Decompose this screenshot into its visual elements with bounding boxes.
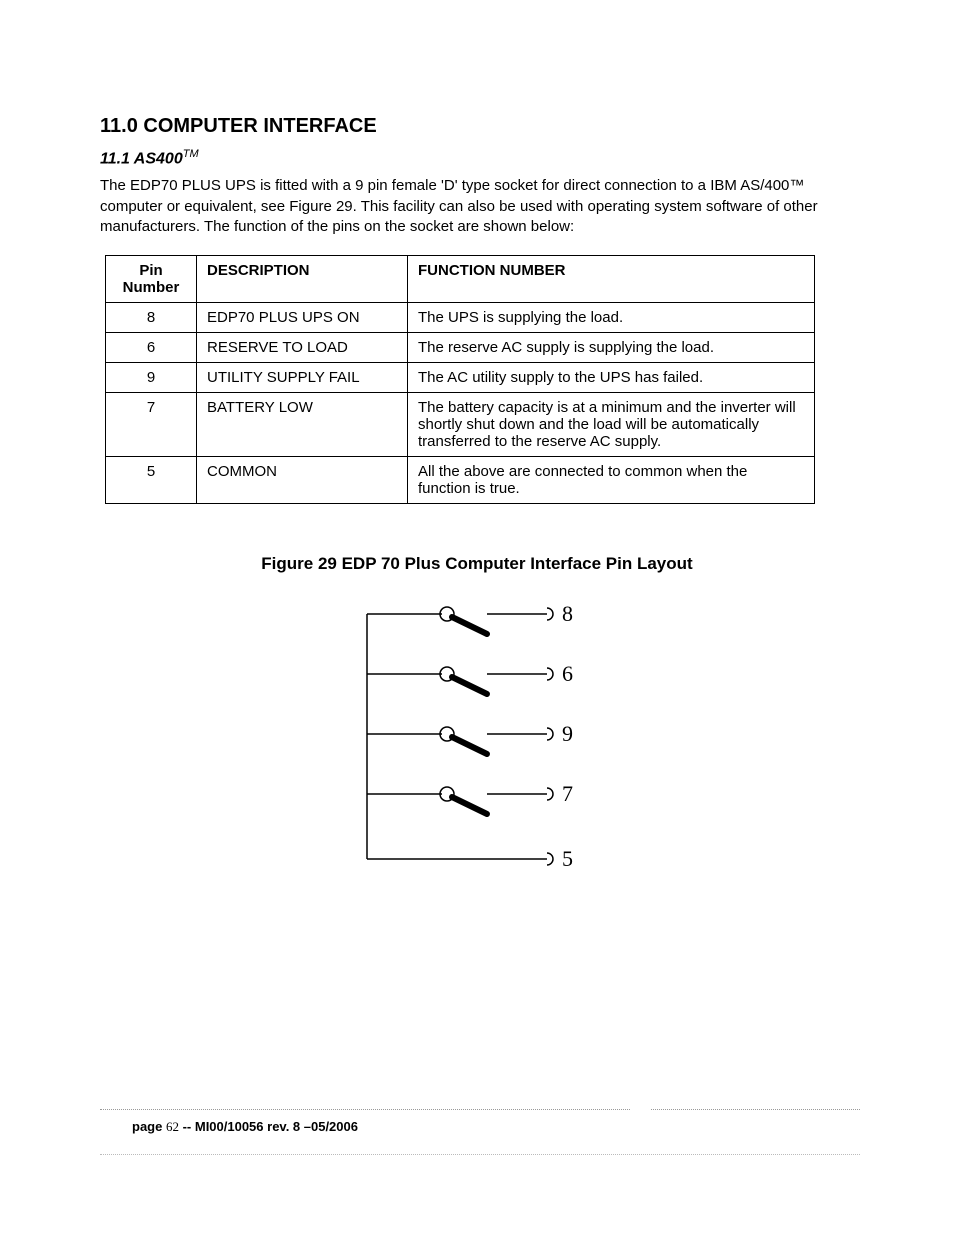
cell-pin: 8 [106,303,197,333]
cell-description: BATTERY LOW [197,393,408,457]
cell-function: All the above are connected to common wh… [408,457,815,504]
cell-description: RESERVE TO LOAD [197,333,408,363]
footer-page-label: page [132,1119,162,1134]
footer-sep: -- [179,1119,195,1134]
pin-table: Pin Number DESCRIPTION FUNCTION NUMBER 8… [105,255,815,504]
figure-caption: Figure 29 EDP 70 Plus Computer Interface… [100,554,854,574]
cell-function: The battery capacity is at a minimum and… [408,393,815,457]
trademark-symbol: TM [183,148,199,160]
cell-description: EDP70 PLUS UPS ON [197,303,408,333]
table-row: 9 UTILITY SUPPLY FAIL The AC utility sup… [106,363,815,393]
cell-function: The reserve AC supply is supplying the l… [408,333,815,363]
footer-rule-bottom [100,1154,860,1155]
cell-description: UTILITY SUPPLY FAIL [197,363,408,393]
pin-label: 8 [562,601,573,626]
cell-function: The UPS is supplying the load. [408,303,815,333]
pin-label: 7 [562,781,573,806]
table-row: 5 COMMON All the above are connected to … [106,457,815,504]
table-row: 8 EDP70 PLUS UPS ON The UPS is supplying… [106,303,815,333]
subsection-heading: 11.1 AS400TM [100,148,854,168]
table-header-row: Pin Number DESCRIPTION FUNCTION NUMBER [106,256,815,303]
table-row: 7 BATTERY LOW The battery capacity is at… [106,393,815,457]
table-header-description: DESCRIPTION [197,256,408,303]
table-header-function: FUNCTION NUMBER [408,256,815,303]
cell-pin: 5 [106,457,197,504]
cell-description: COMMON [197,457,408,504]
footer-rev: MI00/10056 rev. 8 –05/2006 [195,1119,358,1134]
section-heading: 11.0 COMPUTER INTERFACE [100,115,854,138]
table-row: 6 RESERVE TO LOAD The reserve AC supply … [106,333,815,363]
pin-label: 9 [562,721,573,746]
document-page: 11.0 COMPUTER INTERFACE 11.1 AS400TM The… [0,0,954,1235]
cell-pin: 7 [106,393,197,457]
cell-function: The AC utility supply to the UPS has fai… [408,363,815,393]
pin-layout-diagram: 8 6 9 7 [347,584,607,884]
subsection-number-title: 11.1 AS400 [100,150,183,167]
footer-page-number: 62 [166,1119,179,1134]
footer-text: page 62 -- MI00/10056 rev. 8 –05/2006 [132,1119,358,1135]
intro-paragraph: The EDP70 PLUS UPS is fitted with a 9 pi… [100,176,854,237]
pin-label: 6 [562,661,573,686]
cell-pin: 6 [106,333,197,363]
cell-pin: 9 [106,363,197,393]
pin-label: 5 [562,846,573,871]
table-header-pin: Pin Number [106,256,197,303]
figure-wrap: 8 6 9 7 [100,584,854,888]
footer-rule-top [100,1109,860,1110]
